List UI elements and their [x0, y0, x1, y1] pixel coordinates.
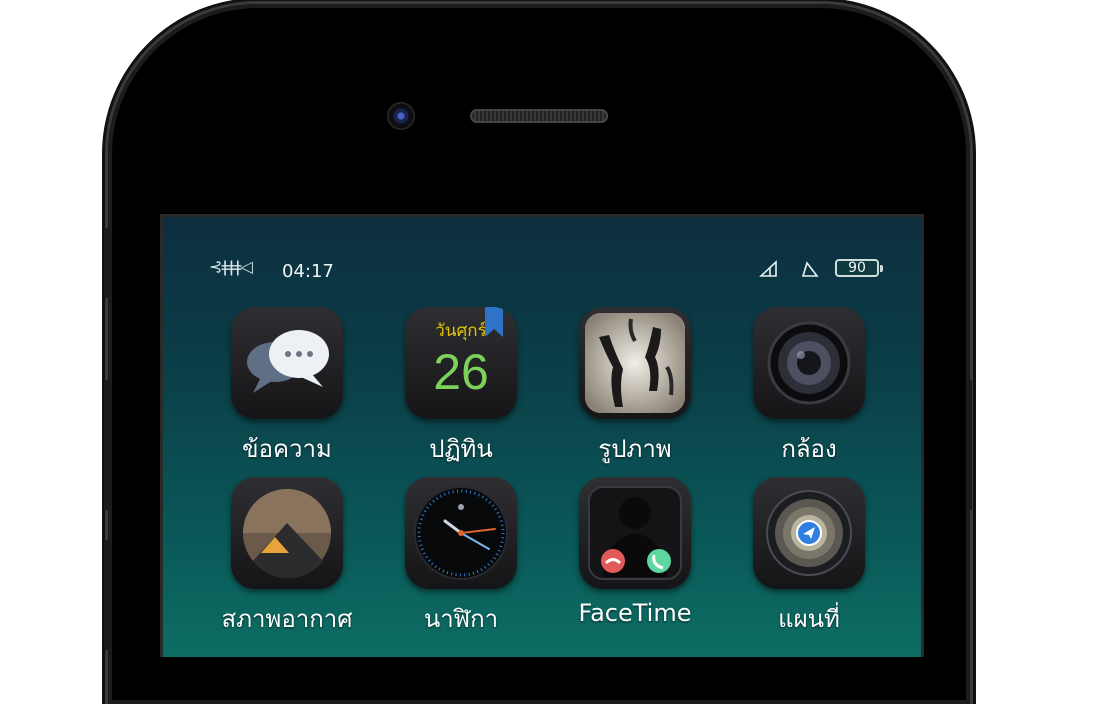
app-photos[interactable]: รูปภาพ: [548, 307, 722, 468]
wifi-icon: [801, 261, 819, 277]
app-label: รูปภาพ: [598, 435, 672, 463]
app-label: แผนที่: [778, 605, 840, 633]
app-camera[interactable]: กล้อง: [722, 307, 896, 468]
volume-down-button: [104, 380, 110, 510]
maps-icon: [753, 477, 865, 589]
signal-icon: [759, 260, 777, 277]
power-button: [966, 380, 972, 510]
photos-icon: [579, 307, 691, 419]
app-label: กล้อง: [781, 435, 837, 463]
app-label: ข้อความ: [242, 435, 332, 463]
facetime-icon: [579, 477, 691, 589]
camera-icon: [753, 307, 865, 419]
bookmark-icon: [485, 307, 503, 337]
app-label: ปฏิทิน: [429, 435, 493, 463]
app-clock[interactable]: นาฬิกา: [374, 477, 548, 638]
mute-switch: [104, 540, 110, 650]
status-time: 04:17: [282, 261, 334, 282]
app-label: สภาพอากาศ: [221, 605, 353, 633]
app-label: นาฬิกา: [423, 605, 499, 633]
weather-icon: [231, 477, 343, 589]
battery-indicator: 90: [835, 259, 883, 277]
earpiece-speaker: [470, 109, 608, 123]
app-maps[interactable]: แผนที่: [722, 477, 896, 638]
app-messages[interactable]: ข้อความ: [200, 307, 374, 468]
app-calendar[interactable]: วันศุกร์ 26 ปฏิทิน: [374, 307, 548, 468]
volume-up-button: [104, 228, 110, 298]
clock-icon: [405, 477, 517, 589]
calendar-day-number: 26: [433, 344, 489, 400]
fishbone-icon: ⊰ǂǂǂ◁: [209, 257, 253, 276]
messages-icon: [231, 307, 343, 419]
home-screen: ⊰ǂǂǂ◁ 04:17 90 ข้อความ วันศุกร์ 26 ปฏิทิ…: [160, 214, 924, 657]
calendar-icon: วันศุกร์ 26: [405, 307, 517, 419]
status-bar: [163, 217, 921, 253]
front-camera: [387, 102, 415, 130]
app-weather[interactable]: สภาพอากาศ: [200, 477, 374, 638]
app-facetime[interactable]: FaceTime: [548, 477, 722, 627]
app-label: FaceTime: [578, 599, 692, 627]
